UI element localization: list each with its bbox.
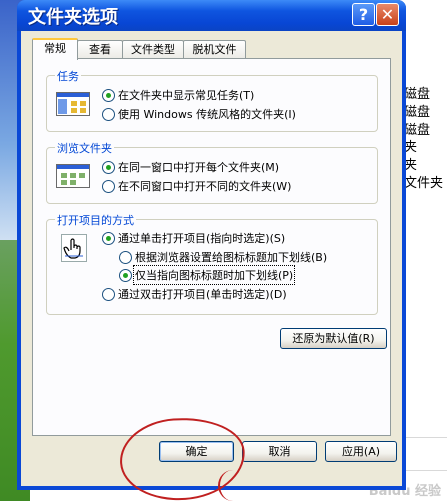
option-label: 仅当指向图标标题时加下划线(P) [132,265,296,285]
dialog-client-area: 常规 查看 文件类型 脱机文件 任务 在文件夹中显示常见任务(T) 使用 Win… [21,31,402,486]
radio-selected[interactable] [102,232,115,245]
radio-unselected[interactable] [119,251,132,264]
radio-selected[interactable] [119,269,132,282]
tab-file-types[interactable]: 文件类型 [122,40,184,58]
tab-view[interactable]: 查看 [77,40,123,58]
browse-folders-group: 浏览文件夹 在同一窗口中打开每个文件夹(M) 在不同窗口中打开不同的文件夹(W) [46,140,378,204]
radio-selected[interactable] [102,161,115,174]
group-label: 打开项目的方式 [55,212,136,228]
annotation-stroke [218,470,248,501]
apply-button[interactable]: 应用(A) [325,441,397,462]
option-label: 使用 Windows 传统风格的文件夹(I) [118,108,296,121]
background-item: 文件夹 [404,176,444,191]
radio-selected[interactable] [102,89,115,102]
group-label: 任务 [55,68,81,84]
option-label: 根据浏览器设置给图标标题加下划线(B) [135,251,328,264]
radio-unselected[interactable] [102,108,115,121]
cancel-button[interactable]: 取消 [242,441,317,462]
background-item: 磁盘 [404,105,431,120]
option-label: 通过双击打开项目(单击时选定)(D) [118,288,287,301]
window-preview-icon [56,92,90,116]
hand-pointer-icon [61,234,87,262]
option-label: 在不同窗口中打开不同的文件夹(W) [118,180,292,193]
option-label: 通过单击打开项目(指向时选定)(S) [118,232,286,245]
click-items-group: 打开项目的方式 通过单击打开项目(指向时选定)(S) 根据浏览器设置给图标标题加… [46,212,378,315]
option-label: 在文件夹中显示常见任务(T) [118,89,255,102]
group-label: 浏览文件夹 [55,140,114,156]
title-bar[interactable]: 文件夹选项 ? ✕ [17,0,406,31]
folder-options-dialog: 文件夹选项 ? ✕ 常规 查看 文件类型 脱机文件 任务 在文件夹中显示常见任务… [17,0,406,490]
dialog-title: 文件夹选项 [28,7,118,28]
tasks-group: 任务 在文件夹中显示常见任务(T) 使用 Windows 传统风格的文件夹(I) [46,68,378,132]
radio-unselected[interactable] [102,288,115,301]
help-button[interactable]: ? [352,3,375,26]
option-label: 在同一窗口中打开每个文件夹(M) [118,161,280,174]
restore-defaults-button[interactable]: 还原为默认值(R) [280,328,387,349]
tab-offline-files[interactable]: 脱机文件 [183,40,246,58]
radio-unselected[interactable] [102,180,115,193]
tab-general[interactable]: 常规 [32,38,78,60]
tab-page-general: 任务 在文件夹中显示常见任务(T) 使用 Windows 传统风格的文件夹(I) [32,58,391,436]
window-preview-icon [56,164,90,188]
background-item: 磁盘 [404,87,431,102]
close-button[interactable]: ✕ [376,3,399,26]
